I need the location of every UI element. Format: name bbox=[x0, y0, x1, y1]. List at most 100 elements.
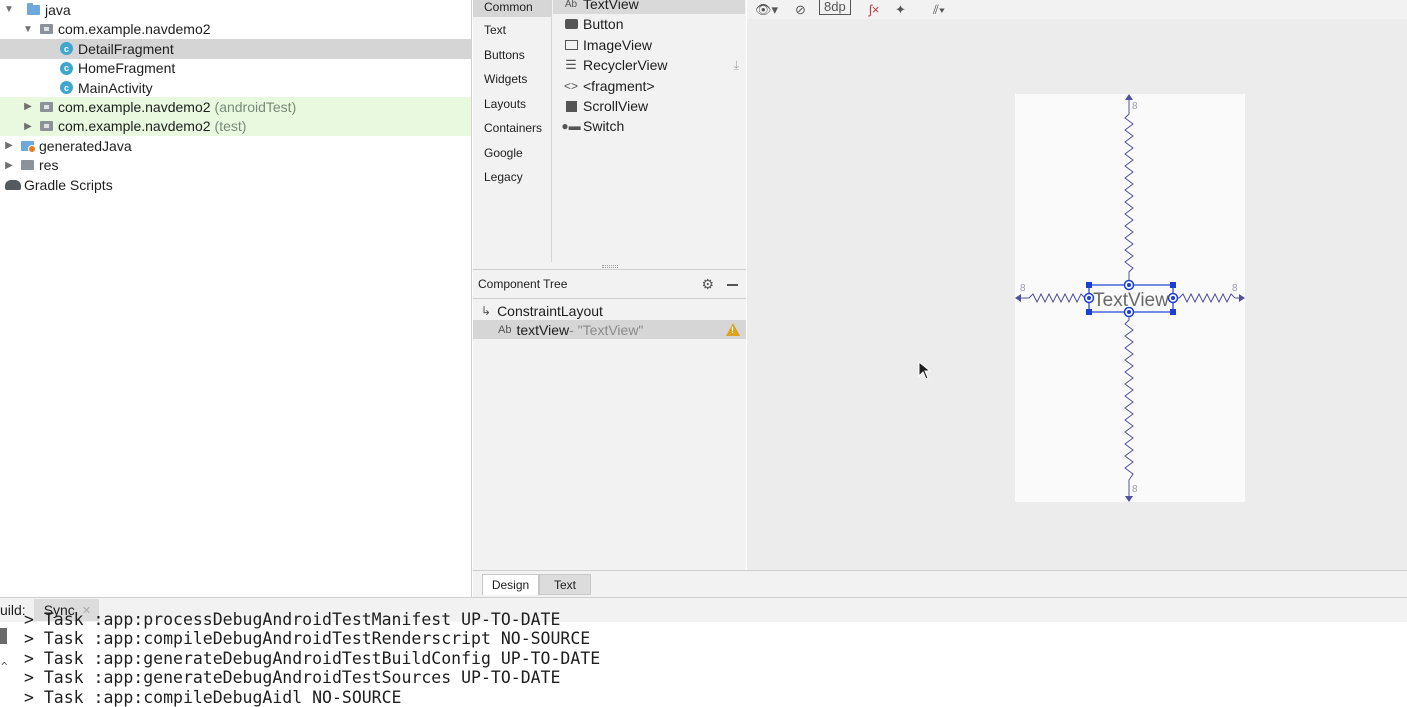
palette-item-button[interactable]: Button bbox=[553, 14, 745, 34]
minimize-icon[interactable] bbox=[727, 284, 738, 286]
eye-icon[interactable]: 👁▾ bbox=[755, 0, 778, 19]
editor-mode-tabs: Design Text bbox=[473, 570, 1407, 597]
palette-category-containers[interactable]: Containers bbox=[473, 118, 551, 138]
chevron-right-icon[interactable]: ▶ bbox=[22, 101, 34, 113]
top-constraint-spring bbox=[1124, 96, 1134, 284]
package-icon bbox=[40, 121, 53, 132]
tree-item-suffix: (test) bbox=[214, 118, 247, 135]
palette-category-google[interactable]: Google bbox=[473, 143, 551, 163]
palette-item-textview[interactable]: Ab TextView bbox=[553, 0, 745, 14]
magnet-off-icon[interactable]: ⊘ bbox=[795, 0, 806, 19]
tree-item-label: MainActivity bbox=[78, 79, 153, 96]
tab-design[interactable]: Design bbox=[482, 574, 539, 595]
palette-item-label: Switch bbox=[583, 118, 625, 134]
constraintlayout-icon: ↳ bbox=[481, 303, 492, 318]
component-tree-header: Component Tree ⚙ bbox=[473, 270, 746, 299]
bottom-constraint-spring bbox=[1124, 312, 1134, 498]
console-line: > Task :app:generateDebugAndroidTestSour… bbox=[24, 668, 561, 687]
tree-item-label: HomeFragment bbox=[78, 60, 176, 77]
palette-item-imageview[interactable]: ImageView bbox=[553, 35, 745, 55]
tree-node-label: textView bbox=[516, 321, 570, 338]
build-console[interactable]: ^ > Task :app:processDebugAndroidTestMan… bbox=[0, 610, 1407, 707]
gear-icon[interactable]: ⚙ bbox=[701, 276, 714, 293]
tab-text[interactable]: Text bbox=[539, 574, 591, 595]
chevron-up-icon[interactable]: ^ bbox=[1, 660, 8, 673]
palette-category-buttons[interactable]: Buttons bbox=[473, 45, 551, 65]
blueprint-overlay: TextView 8 8 8 8 bbox=[1015, 94, 1245, 502]
infer-constraints-icon[interactable]: ✦ bbox=[895, 0, 906, 19]
build-label: uild: bbox=[0, 602, 26, 618]
code-icon: <> bbox=[563, 78, 578, 93]
chevron-right-icon[interactable]: ▶ bbox=[3, 159, 15, 171]
image-icon bbox=[563, 39, 579, 50]
console-line: > Task :app:generateDebugAndroidTestBuil… bbox=[24, 648, 601, 668]
tree-item-package[interactable]: ▼ com.example.navdemo2 bbox=[0, 20, 471, 40]
chevron-down-icon[interactable]: ▼ bbox=[3, 4, 15, 16]
folder-icon bbox=[27, 2, 40, 15]
folder-icon bbox=[21, 160, 34, 171]
tree-item-label: com.example.navdemo2 bbox=[58, 98, 211, 115]
tree-item-gradle-scripts[interactable]: Gradle Scripts bbox=[0, 175, 471, 195]
chevron-right-icon[interactable]: ▶ bbox=[3, 140, 15, 152]
margin-right-label: 8 bbox=[1232, 283, 1238, 294]
device-screen[interactable]: TextView 8 8 8 8 bbox=[1015, 94, 1245, 502]
download-icon[interactable]: ⤓ bbox=[734, 58, 739, 73]
button-icon bbox=[563, 19, 579, 29]
palette-item-switch[interactable]: ●▬ Switch bbox=[553, 116, 745, 136]
tree-item-generatedjava[interactable]: ▶ generatedJava bbox=[0, 136, 471, 156]
tree-item-label: com.example.navdemo2 bbox=[58, 21, 211, 38]
console-toolbar-icon[interactable] bbox=[0, 628, 7, 644]
list-icon: ☰ bbox=[565, 57, 577, 72]
palette-item-label: <fragment> bbox=[583, 77, 655, 94]
palette-category-layouts[interactable]: Layouts bbox=[473, 94, 551, 114]
tree-item-mainactivity[interactable]: c MainActivity bbox=[0, 78, 471, 98]
tree-item-detailfragment[interactable]: c DetailFragment bbox=[0, 39, 471, 59]
palette-item-fragment[interactable]: <> <fragment> bbox=[553, 76, 745, 96]
console-line: > Task :app:compileDebugAidl NO-SOURCE bbox=[24, 687, 402, 707]
tree-item-androidtest-package[interactable]: ▶ com.example.navdemo2 (androidTest) bbox=[0, 97, 471, 117]
palette-category-legacy[interactable]: Legacy bbox=[473, 167, 551, 187]
palette-item-scrollview[interactable]: ScrollView bbox=[553, 96, 745, 116]
chevron-down-icon[interactable]: ▼ bbox=[22, 23, 34, 35]
palette-item-label: ImageView bbox=[583, 36, 653, 53]
class-icon: c bbox=[60, 42, 73, 56]
palette-item-label: Button bbox=[583, 16, 624, 32]
chevron-right-icon[interactable]: ▶ bbox=[22, 120, 34, 132]
gradle-icon bbox=[5, 179, 21, 190]
palette-panel: Common Text Buttons Widgets Layouts Cont… bbox=[473, 0, 746, 270]
palette-category-common[interactable]: Common bbox=[473, 0, 551, 17]
tree-item-homefragment[interactable]: c HomeFragment bbox=[0, 59, 471, 79]
tree-item-label: DetailFragment bbox=[78, 40, 174, 57]
margin-top-label: 8 bbox=[1132, 101, 1138, 112]
tree-node-constraintlayout[interactable]: ↳ ConstraintLayout bbox=[473, 301, 746, 320]
tree-item-res[interactable]: ▶ res bbox=[0, 156, 471, 176]
switch-icon: ●▬ bbox=[561, 119, 581, 133]
palette-item-label: RecyclerView bbox=[583, 57, 668, 73]
build-panel: uild: Sync ✕ ^ > Task :app:processDebugA… bbox=[0, 597, 1407, 707]
margin-left-label: 8 bbox=[1020, 283, 1026, 294]
warning-icon[interactable]: ! bbox=[726, 323, 740, 336]
tree-item-label: generatedJava bbox=[39, 137, 132, 154]
tree-item-java[interactable]: ▼ java bbox=[0, 0, 471, 20]
palette-category-text[interactable]: Text bbox=[473, 20, 551, 40]
right-anchor-arrow bbox=[1239, 294, 1245, 302]
palette-category-widgets[interactable]: Widgets bbox=[473, 69, 551, 89]
guidelines-icon[interactable]: ⫽▾ bbox=[933, 0, 945, 19]
splitter-handle[interactable] bbox=[473, 262, 746, 270]
component-tree-title: Component Tree bbox=[478, 277, 568, 291]
class-icon: c bbox=[60, 81, 73, 95]
tree-item-test-package[interactable]: ▶ com.example.navdemo2 (test) bbox=[0, 116, 471, 136]
clear-constraints-icon[interactable]: ʃ× bbox=[869, 0, 879, 19]
design-canvas[interactable]: 👁▾ ⊘ 8dp ʃ× ✦ ⫽▾ TextView 8 8 8 8 bbox=[747, 0, 1407, 570]
mouse-cursor-icon bbox=[918, 361, 932, 380]
tree-node-label: ConstraintLayout bbox=[497, 302, 603, 319]
package-icon bbox=[40, 101, 53, 112]
scrollview-icon bbox=[563, 100, 579, 112]
palette-item-recyclerview[interactable]: ☰ RecyclerView ⤓ bbox=[553, 55, 745, 75]
textview-preview: TextView bbox=[1093, 290, 1169, 311]
tree-item-suffix: (androidTest) bbox=[214, 98, 297, 115]
palette-item-label: TextView bbox=[583, 0, 639, 12]
tree-node-textview[interactable]: Ab textView - "TextView" ! bbox=[473, 320, 746, 339]
tree-item-label: java bbox=[45, 1, 71, 18]
default-margin-dropdown[interactable]: 8dp bbox=[819, 0, 851, 15]
